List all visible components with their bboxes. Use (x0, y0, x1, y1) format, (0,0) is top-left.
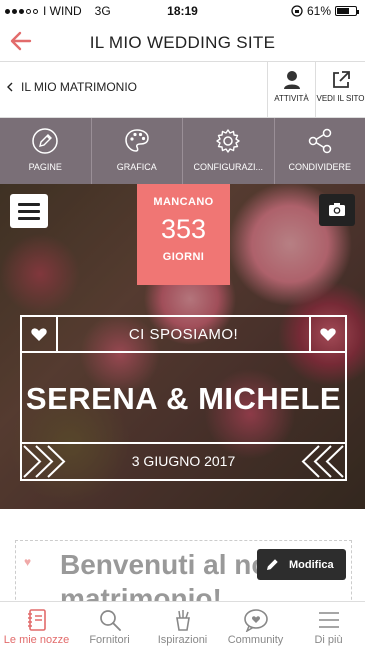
search-icon (99, 610, 121, 631)
activity-button[interactable]: ATTIVITÀ (267, 62, 315, 118)
tab-community-label: Community (227, 634, 284, 646)
camera-icon (329, 203, 345, 216)
palette-icon (124, 129, 149, 152)
countdown-label-bottom: GIORNI (162, 251, 205, 263)
battery-percent: 61% (306, 4, 331, 18)
tool-graphics[interactable]: GRAFICA (92, 118, 183, 184)
countdown-badge: MANCANO 353 GIORNI (137, 184, 230, 285)
notebook-icon (27, 609, 46, 631)
chat-heart-icon (243, 609, 268, 632)
menu-icon (318, 612, 339, 628)
status-bar: I WIND 3G 18:19 61% (0, 0, 365, 22)
heart-icon: ♥ (24, 555, 32, 569)
hamburger-menu-button[interactable] (10, 194, 48, 228)
tab-my-wedding-label: Le mie nozze (3, 634, 70, 646)
tool-pages[interactable]: PAGINE (0, 118, 92, 184)
chevron-decoration-icon (23, 445, 66, 478)
tab-vendors-label: Fornitori (89, 634, 130, 646)
tool-graphics-label: GRAFICA (116, 162, 157, 172)
view-site-label: VEDI IL SITO (316, 94, 365, 103)
tab-more-label: Di più (314, 634, 343, 646)
change-photo-button[interactable] (319, 194, 355, 226)
rotation-lock-icon (291, 5, 303, 17)
tool-settings[interactable]: CONFIGURAZI... (183, 118, 275, 184)
sub-navigation: IL MIO MATRIMONIO ATTIVITÀ VEDI IL SITO (0, 62, 365, 118)
editor-toolbar: PAGINE GRAFICA CONFIGURAZI... CONDIVIDER… (0, 118, 365, 184)
tab-my-wedding[interactable]: Le mie nozze (0, 602, 73, 650)
breadcrumb[interactable]: IL MIO MATRIMONIO (6, 80, 137, 94)
breadcrumb-label: IL MIO MATRIMONIO (21, 80, 137, 94)
tab-community[interactable]: Community (219, 602, 292, 650)
tool-share-label: CONDIVIDERE (288, 162, 351, 172)
wedding-date: 3 GIUGNO 2017 (131, 453, 236, 469)
gear-icon (216, 129, 240, 153)
countdown-label-top: MANCANO (153, 196, 214, 208)
external-link-icon (332, 71, 350, 88)
edit-label: Modifica (289, 558, 334, 571)
wedding-title-frame: CI SPOSIAMO! SERENA & MICHELE 3 GIUGNO 2… (20, 315, 347, 481)
tool-settings-label: CONFIGURAZI... (193, 162, 264, 172)
pencil-icon (32, 128, 58, 154)
chevron-decoration-icon (301, 445, 344, 478)
share-icon (308, 128, 331, 154)
battery-icon (335, 6, 359, 16)
tool-share[interactable]: CONDIVIDERE (275, 118, 365, 184)
bottom-tab-bar: Le mie nozze Fornitori Ispirazioni Commu… (0, 601, 365, 650)
tagline: CI SPOSIAMO! (128, 326, 239, 343)
user-icon (283, 71, 300, 89)
tab-inspirations[interactable]: Ispirazioni (146, 602, 219, 650)
view-site-button[interactable]: VEDI IL SITO (315, 62, 365, 118)
tab-inspirations-label: Ispirazioni (157, 634, 208, 646)
heart-icon (320, 328, 336, 341)
activity-label: ATTIVITÀ (274, 94, 309, 103)
couple-names: SERENA & MICHELE (25, 381, 342, 416)
chevron-left-icon (7, 82, 13, 92)
hero-banner: MANCANO 353 GIORNI CI SPOSIAMO! SERENA &… (0, 184, 365, 509)
edit-button[interactable]: Modifica (257, 549, 346, 580)
tab-vendors[interactable]: Fornitori (73, 602, 146, 650)
tool-pages-label: PAGINE (28, 162, 62, 172)
tab-more[interactable]: Di più (292, 602, 365, 650)
ideas-icon (175, 610, 190, 631)
pencil-icon (267, 559, 278, 570)
page-title: IL MIO WEDDING SITE (89, 33, 276, 52)
heart-icon (31, 328, 47, 341)
countdown-days: 353 (160, 214, 207, 244)
app-header: IL MIO WEDDING SITE (0, 22, 365, 62)
